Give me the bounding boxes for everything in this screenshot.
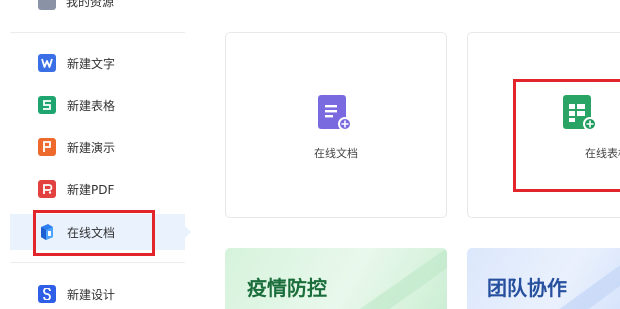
design-icon xyxy=(38,285,56,303)
active-indicator xyxy=(185,226,191,238)
sidebar: 我的资源 新建文字 新建表格 新建演示 新建PDF 在线文档 新建设计 xyxy=(0,0,205,309)
banner-epidemic[interactable]: 疫情防控 xyxy=(225,248,447,309)
banner-title: 团队协作 xyxy=(487,276,567,300)
sidebar-item-label: 新建表格 xyxy=(67,98,116,113)
sidebar-item-new-text[interactable]: 新建文字 xyxy=(10,45,185,81)
folder-icon xyxy=(38,0,56,10)
highlight-box-online-sheet xyxy=(513,79,620,192)
divider xyxy=(10,262,185,263)
sidebar-item-new-pdf[interactable]: 新建PDF xyxy=(10,171,185,207)
sidebar-item-new-design[interactable]: 新建设计 xyxy=(10,276,185,309)
sidebar-item-new-sheet[interactable]: 新建表格 xyxy=(10,87,185,123)
card-label: 在线文档 xyxy=(314,147,358,160)
sidebar-item-label: 我的资源 xyxy=(66,0,115,9)
card-online-doc[interactable]: 在线文档 xyxy=(225,32,447,218)
sheet-s-icon xyxy=(38,96,56,114)
divider xyxy=(10,32,185,33)
doc-w-icon xyxy=(38,54,56,72)
pdf-icon xyxy=(38,180,56,198)
sidebar-item-label: 新建PDF xyxy=(67,182,115,197)
banner-teamwork[interactable]: 团队协作 xyxy=(467,248,620,309)
sidebar-item-label: 新建设计 xyxy=(67,287,116,302)
plus-badge-icon xyxy=(338,117,352,131)
banner-title: 疫情防控 xyxy=(247,276,327,300)
sidebar-item-label: 新建演示 xyxy=(67,140,116,155)
highlight-box-online-doc xyxy=(33,210,155,256)
sidebar-item-my-resources[interactable]: 我的资源 xyxy=(38,0,115,10)
sidebar-item-new-slides[interactable]: 新建演示 xyxy=(10,129,185,165)
sidebar-item-label: 新建文字 xyxy=(67,56,116,71)
slides-p-icon xyxy=(38,138,56,156)
